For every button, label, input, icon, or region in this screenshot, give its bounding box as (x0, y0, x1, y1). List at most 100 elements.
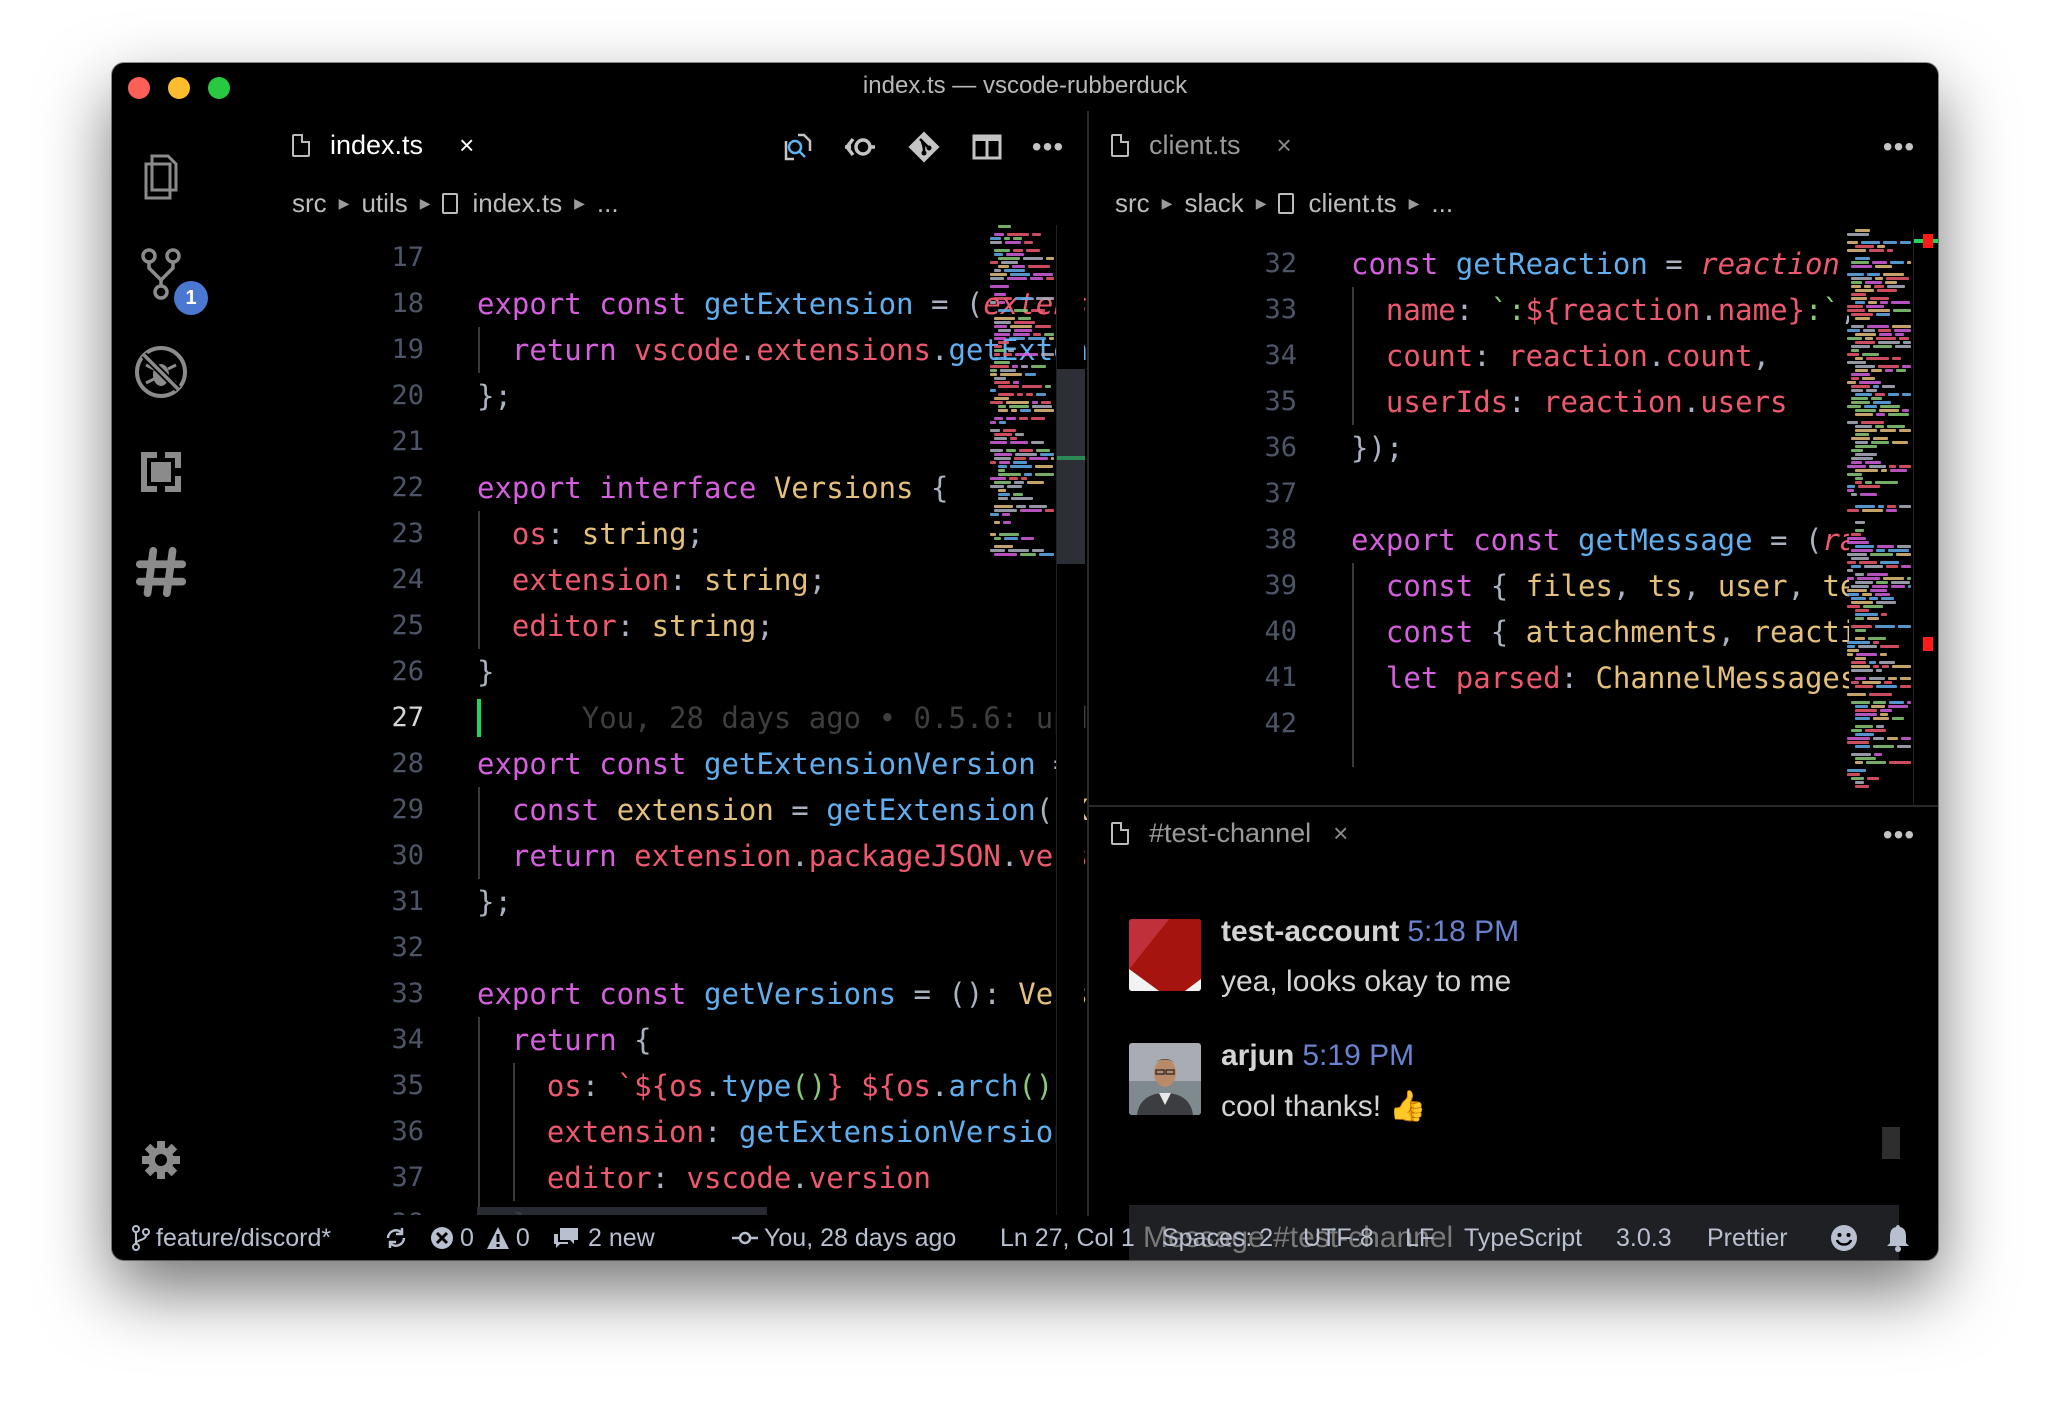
encoding[interactable]: UTF-8 (1303, 1222, 1374, 1254)
close-tab-button[interactable]: × (1277, 130, 1292, 161)
notifications-bell-icon[interactable] (1886, 1222, 1910, 1254)
author-name[interactable]: test-account (1221, 915, 1399, 948)
code-line[interactable]: return extension.packageJSON.vers (477, 833, 1088, 879)
code-line[interactable]: export interface Versions { (477, 465, 948, 511)
code-line[interactable]: You, 28 days ago • 0.5.6: upd (477, 695, 1088, 741)
photo-avatar[interactable] (1129, 1043, 1201, 1115)
minimap-line (1873, 737, 1884, 740)
code-line[interactable]: os: string; (477, 511, 704, 557)
close-tab-button[interactable]: × (459, 130, 474, 161)
minimap-line (994, 269, 1001, 272)
code-line[interactable]: }; (477, 373, 512, 419)
tab-client-ts[interactable]: client.ts × (1111, 125, 1292, 165)
message-author[interactable]: test-account 5:18 PM (1221, 915, 1519, 949)
minimap-line (1900, 685, 1911, 688)
minimap-line (990, 241, 1002, 244)
language-mode[interactable]: TypeScript (1464, 1222, 1582, 1254)
more-actions-icon[interactable]: ••• (1028, 127, 1068, 167)
chat-status[interactable]: 2 new (552, 1222, 655, 1254)
code-line[interactable]: }; (477, 879, 512, 925)
code-line[interactable]: export const getVersions = (): Vers (477, 971, 1088, 1017)
typescript-version[interactable]: 3.0.3 (1616, 1222, 1672, 1254)
left-code-area[interactable]: 17 18 export const getExtension = (extens 1… (210, 225, 1090, 1215)
more-actions-icon[interactable]: ••• (1879, 815, 1919, 855)
close-tab-button[interactable]: × (1333, 818, 1348, 849)
author-name[interactable]: arjun (1221, 1039, 1294, 1072)
right-scrollbar[interactable] (1913, 229, 1938, 805)
code-line[interactable]: return { (477, 1017, 652, 1063)
blame-status[interactable]: You, 28 days ago (732, 1222, 956, 1254)
code-line[interactable]: editor: string; (477, 603, 774, 649)
minimap-line (1851, 437, 1870, 440)
code-line[interactable]: }); (1351, 425, 1403, 471)
open-changes-icon[interactable] (840, 127, 880, 167)
code-line[interactable]: const { attachments, reactions, (1351, 609, 1849, 655)
code-line[interactable]: const getReaction = reaction ⇒ ({ (1351, 241, 1849, 287)
more-actions-icon[interactable]: ••• (1879, 127, 1919, 167)
minimap-line (1046, 257, 1054, 260)
extensions-icon[interactable] (134, 445, 188, 499)
chevron-right-icon: ▶ (1408, 194, 1420, 211)
message-author[interactable]: arjun 5:19 PM (1221, 1039, 1414, 1073)
line-number: 42 (1264, 708, 1297, 739)
no-bug-icon[interactable] (134, 345, 188, 399)
left-scrollbar[interactable] (1056, 225, 1085, 1215)
minimap-line (1879, 661, 1895, 664)
chat-scrollbar-thumb[interactable] (1882, 1127, 1900, 1159)
code-line[interactable]: const { files, ts, user, text, e (1351, 563, 1849, 609)
left-scrollbar-thumb[interactable] (1057, 369, 1085, 564)
minimap-line (1847, 473, 1862, 476)
minimap-line (1851, 533, 1861, 536)
breadcrumb-item[interactable]: client.ts (1308, 188, 1396, 219)
tab-test-channel[interactable]: #test-channel × (1111, 813, 1348, 853)
find-in-files-icon[interactable] (776, 127, 816, 167)
breadcrumb-item[interactable]: ... (1431, 188, 1453, 219)
feedback-smiley-icon[interactable] (1830, 1222, 1858, 1254)
code-line[interactable]: let parsed: ChannelMessages = {} (1351, 655, 1849, 701)
breadcrumb-item[interactable]: src (292, 188, 327, 219)
minimap-line (1873, 745, 1894, 748)
cursor-position[interactable]: Ln 27, Col 1 (1000, 1222, 1135, 1254)
geometric-avatar[interactable] (1129, 919, 1201, 991)
sync-icon[interactable] (384, 1222, 408, 1254)
line-number: 31 (391, 886, 424, 917)
minimap-line (1855, 761, 1863, 764)
minimap-line (1880, 405, 1900, 408)
horizontal-scrollbar-thumb[interactable] (477, 1207, 767, 1215)
breadcrumb-item[interactable]: index.ts (472, 188, 562, 219)
formatter[interactable]: Prettier (1707, 1222, 1788, 1254)
right-code-area[interactable]: 32 const getReaction = reaction ⇒ ({33 na… (1089, 229, 1849, 805)
breadcrumb-item[interactable]: ... (597, 188, 619, 219)
indentation[interactable]: Spaces: 2 (1162, 1222, 1273, 1254)
tab-index-ts[interactable]: index.ts × (292, 125, 474, 165)
minimap-line (1855, 505, 1875, 508)
code-line[interactable]: userIds: reaction.users (1351, 379, 1788, 425)
breadcrumb-item[interactable]: slack (1184, 188, 1243, 219)
code-line[interactable]: os: `${os.type()} ${os.arch()} (477, 1063, 1071, 1109)
right-minimap[interactable] (1847, 229, 1913, 805)
code-line[interactable]: export const getMessage = (raw: ar (1351, 517, 1849, 563)
code-line[interactable]: count: reaction.count, (1351, 333, 1770, 379)
left-minimap[interactable] (990, 225, 1056, 565)
code-line[interactable]: } (477, 649, 494, 695)
breadcrumb-item[interactable]: utils (361, 188, 407, 219)
breadcrumb-item[interactable]: src (1115, 188, 1150, 219)
git-icon[interactable] (904, 127, 944, 167)
gear-icon[interactable] (134, 1133, 188, 1187)
code-line[interactable]: const extension = getExtension(EX (477, 787, 1088, 833)
code-line[interactable]: export const getExtensionVersion = (477, 741, 1071, 787)
source-control-icon[interactable]: 1 (134, 247, 208, 315)
branch-status[interactable]: feature/discord* (132, 1222, 331, 1254)
code-line[interactable]: name: `:${reaction.name}:`, (1351, 287, 1849, 333)
code-line[interactable]: extension: getExtensionVersion( (477, 1109, 1088, 1155)
files-icon[interactable] (134, 151, 188, 205)
chevron-right-icon: ▶ (419, 194, 431, 211)
code-line[interactable]: editor: vscode.version (477, 1155, 931, 1201)
minimap-line (998, 257, 1020, 260)
minimap-line (1892, 717, 1904, 720)
code-line[interactable]: extension: string; (477, 557, 826, 603)
problems-status[interactable]: 0 0 (430, 1222, 530, 1254)
split-editor-icon[interactable] (967, 127, 1007, 167)
end-of-line[interactable]: LF (1405, 1222, 1434, 1254)
hash-icon[interactable] (134, 545, 188, 599)
